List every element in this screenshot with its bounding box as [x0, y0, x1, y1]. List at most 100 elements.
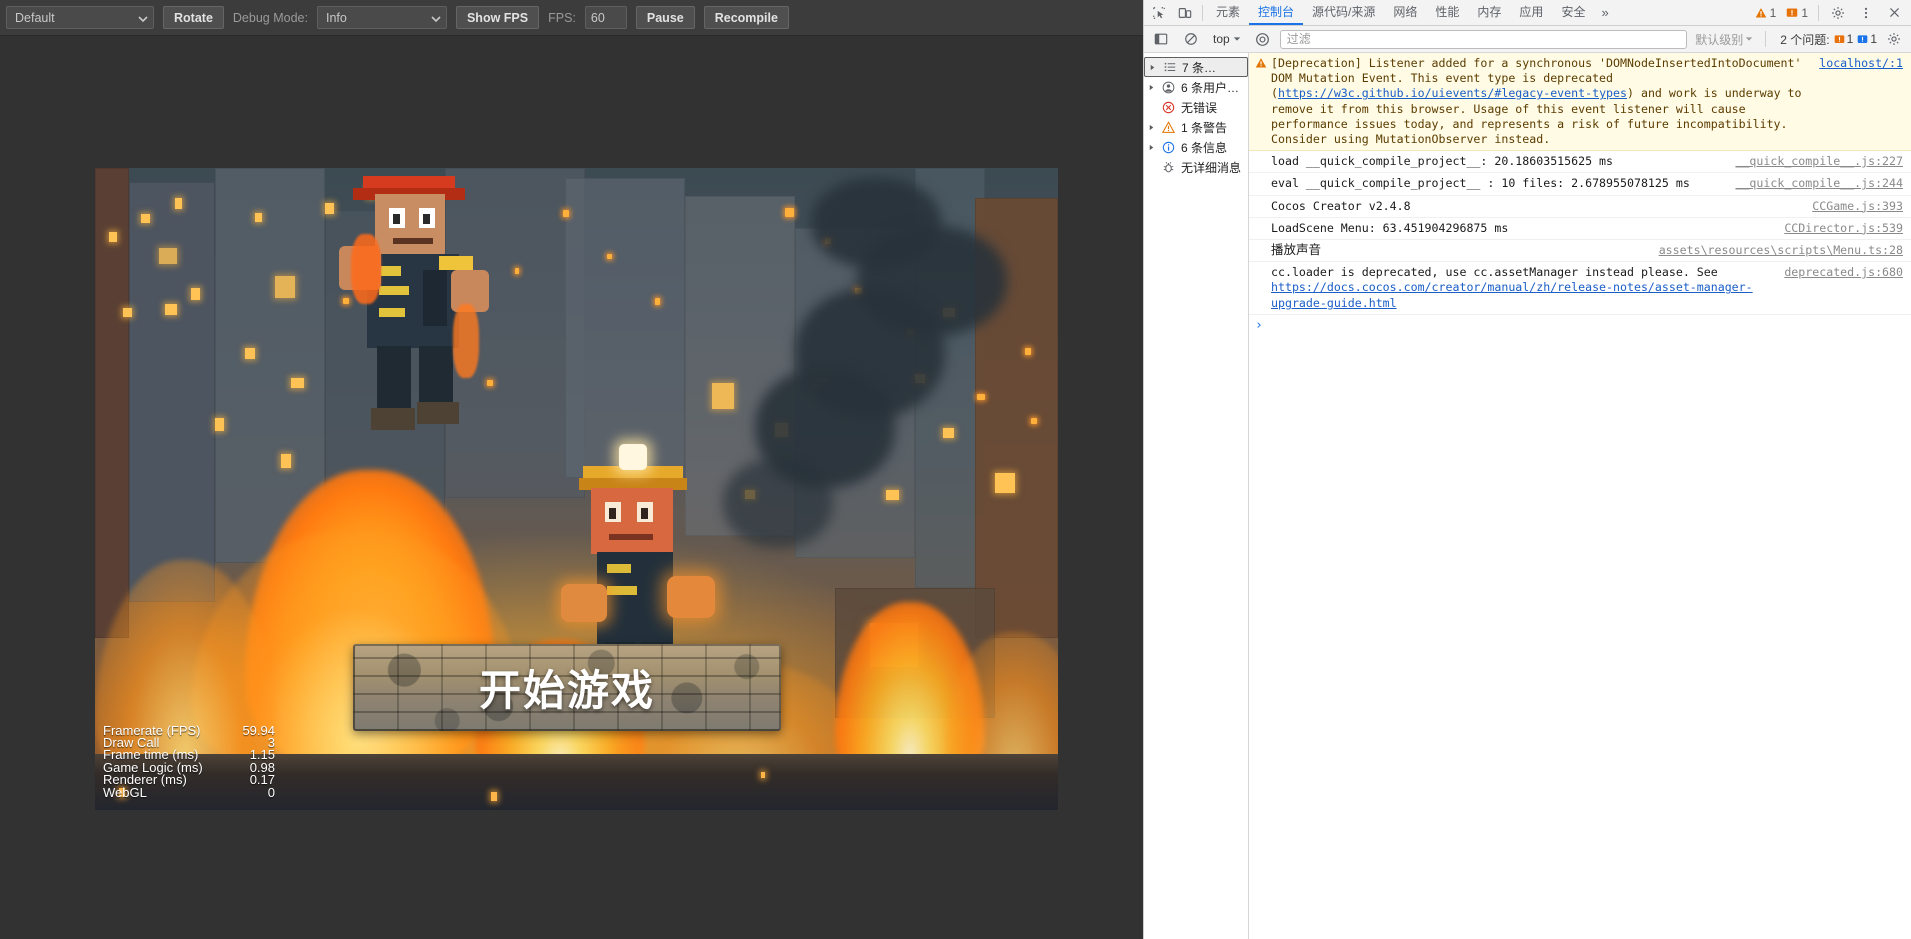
issues-error-badge[interactable]: 1 [1834, 32, 1853, 46]
tab-memory[interactable]: 内存 [1468, 0, 1510, 25]
console-message-text: eval __quick_compile_project__ : 10 file… [1271, 176, 1690, 191]
console-message-log[interactable]: LoadScene Menu: 63.451904296875 ms CCDir… [1249, 218, 1911, 241]
console-settings-icon[interactable] [1881, 27, 1907, 51]
console-message-source[interactable]: __quick_compile__.js:244 [1735, 176, 1903, 191]
console-message-source[interactable]: CCGame.js:393 [1812, 199, 1903, 214]
tab-application[interactable]: 应用 [1510, 0, 1552, 25]
log-level-select[interactable]: 默认级别 [1691, 31, 1757, 48]
ground-ember [761, 772, 765, 778]
inspect-element-icon[interactable] [1146, 1, 1172, 25]
pause-button[interactable]: Pause [635, 6, 695, 29]
expand-triangle-icon[interactable] [1147, 84, 1156, 91]
tab-security[interactable]: 安全 [1552, 0, 1594, 25]
issue-count: 1 [1801, 5, 1808, 20]
console-prompt[interactable]: › [1249, 315, 1911, 337]
recompile-button[interactable]: Recompile [703, 6, 789, 29]
expand-triangle-icon[interactable] [1147, 144, 1156, 151]
sidebar-item-info[interactable]: 6 条信息 [1144, 137, 1248, 157]
log-level-value: 默认级别 [1695, 32, 1744, 47]
window-light [165, 304, 177, 315]
info-icon [1161, 141, 1176, 154]
building [565, 178, 685, 478]
console-sidebar: 7 条消息 6 条用户消... 无错误 1 条警告 6 条信息 无详细消息 [1144, 53, 1249, 939]
sidebar-item-verbose[interactable]: 无详细消息 [1144, 157, 1248, 177]
window-light [245, 348, 255, 359]
ember [1031, 418, 1037, 424]
chevron-down-icon [1233, 37, 1240, 41]
ember [655, 298, 660, 305]
console-message-warning[interactable]: [Deprecation] Listener added for a synch… [1249, 53, 1911, 152]
msg-link-0[interactable]: https://w3c.github.io/uievents/#legacy-e… [1278, 86, 1627, 100]
chevron-down-icon [1746, 37, 1753, 41]
tab-sources[interactable]: 源代码/来源 [1303, 0, 1384, 25]
bug-icon [1161, 161, 1176, 174]
sidebar-item-no-errors[interactable]: 无错误 [1144, 97, 1248, 117]
console-message-list[interactable]: [Deprecation] Listener added for a synch… [1249, 53, 1911, 939]
console-message-source[interactable]: assets\resources\scripts\Menu.ts:28 [1659, 243, 1903, 258]
issue-count-badge[interactable]: 1 [1782, 6, 1812, 20]
warning-icon [1755, 7, 1766, 17]
ember [515, 268, 519, 274]
window-light [191, 288, 200, 300]
issues-info-badge[interactable]: 1 [1857, 32, 1877, 46]
window-light [943, 428, 954, 438]
tab-console[interactable]: 控制台 [1249, 0, 1304, 25]
issue-info-icon [1858, 34, 1868, 43]
clear-console-icon[interactable] [1178, 27, 1204, 51]
tab-network[interactable]: 网络 [1384, 0, 1426, 25]
console-message-log[interactable]: cc.loader is deprecated, use cc.assetMan… [1249, 262, 1911, 315]
window-light [109, 232, 117, 242]
debug-mode-select[interactable]: Info [316, 6, 447, 29]
console-message-source[interactable]: localhost/:1 [1819, 56, 1903, 71]
ember [977, 394, 985, 400]
console-message-source[interactable]: __quick_compile__.js:227 [1735, 154, 1903, 169]
console-message-source[interactable]: deprecated.js:680 [1784, 265, 1903, 280]
issue-error-icon [1834, 34, 1844, 43]
warning-count-badge[interactable]: 1 [1751, 6, 1781, 20]
console-message-log[interactable]: 播放声音 assets\resources\scripts\Menu.ts:28 [1249, 240, 1911, 263]
show-fps-button[interactable]: Show FPS [455, 6, 540, 29]
user-icon [1161, 81, 1176, 94]
sidebar-item-all-messages[interactable]: 7 条消息 [1144, 57, 1248, 77]
game-canvas[interactable]: 开始游戏 Framerate (FPS) 59.94 Draw Call 3 F… [95, 168, 1058, 810]
more-options-icon[interactable] [1853, 1, 1879, 25]
tab-performance[interactable]: 性能 [1426, 0, 1468, 25]
stat-value: 0 [267, 784, 275, 800]
sidebar-item-warnings[interactable]: 1 条警告 [1144, 117, 1248, 137]
issues-summary: 2 个问题: 1 1 [1774, 31, 1877, 48]
execution-context-select[interactable]: top [1208, 29, 1246, 49]
close-icon[interactable] [1881, 1, 1907, 25]
devtools-panel: 元素 控制台 源代码/来源 网络 性能 内存 应用 安全 » 1 1 top 过… [1143, 0, 1911, 939]
device-toolbar-icon[interactable] [1172, 1, 1198, 25]
divider [1765, 31, 1767, 47]
console-message-log[interactable]: Cocos Creator v2.4.8 CCGame.js:393 [1249, 196, 1911, 218]
console-message-log[interactable]: eval __quick_compile_project__ : 10 file… [1249, 173, 1911, 196]
sidebar-item-label: 1 条警告 [1181, 120, 1228, 135]
console-message-log[interactable]: load __quick_compile_project__: 20.18603… [1249, 151, 1911, 174]
toggle-console-sidebar-icon[interactable] [1148, 27, 1174, 51]
msg-text-0: cc.loader is deprecated, use cc.assetMan… [1271, 265, 1718, 280]
start-game-button[interactable]: 开始游戏 [353, 644, 781, 731]
list-icon [1162, 61, 1177, 73]
rotate-button[interactable]: Rotate [163, 6, 224, 29]
live-expression-icon[interactable] [1250, 27, 1276, 51]
chevron-down-icon [138, 14, 148, 22]
error-icon [1161, 101, 1176, 114]
expand-triangle-icon[interactable] [1148, 64, 1157, 71]
execution-context-value: top [1213, 32, 1230, 46]
fps-input[interactable] [584, 6, 627, 29]
msg-link-0[interactable]: https://docs.cocos.com/creator/manual/zh… [1271, 280, 1753, 309]
more-tabs-button[interactable]: » [1594, 5, 1615, 20]
expand-triangle-icon[interactable] [1147, 124, 1156, 131]
console-message-text: 播放声音 [1271, 243, 1322, 258]
ground-ember [491, 792, 497, 801]
start-game-label: 开始游戏 [478, 666, 655, 715]
console-message-text: Cocos Creator v2.4.8 [1271, 198, 1411, 213]
stat-row: WebGL 0 [103, 784, 275, 800]
console-filter-input[interactable] [1279, 29, 1688, 49]
tab-elements[interactable]: 元素 [1207, 0, 1249, 25]
console-message-source[interactable]: CCDirector.js:539 [1784, 221, 1903, 236]
settings-gear-icon[interactable] [1825, 1, 1851, 25]
device-select[interactable]: Default [6, 6, 154, 29]
sidebar-item-user-messages[interactable]: 6 条用户消... [1144, 77, 1248, 97]
